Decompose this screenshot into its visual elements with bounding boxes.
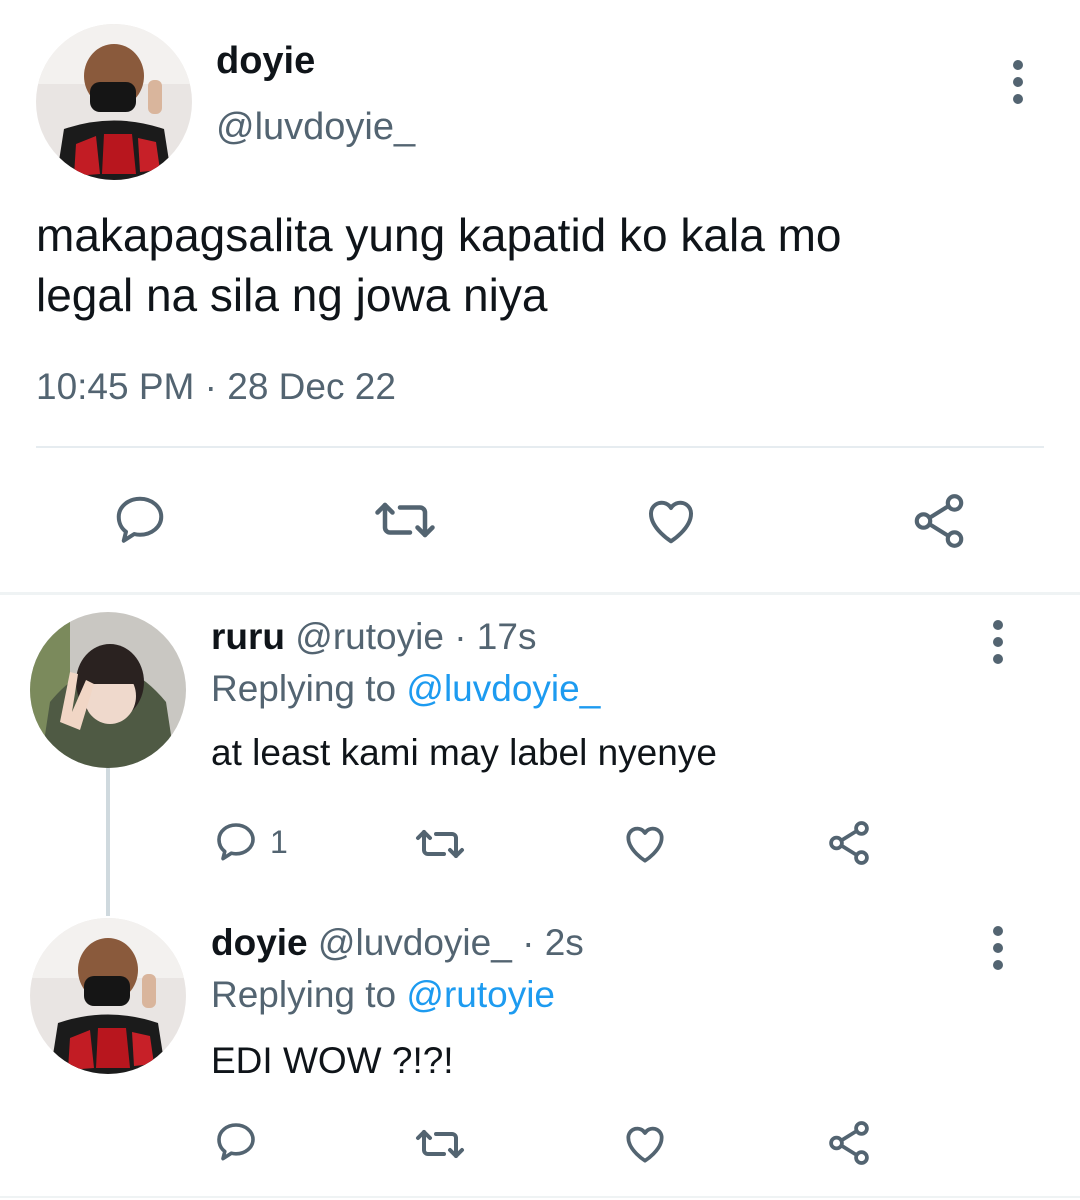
reply-icon: [217, 1123, 255, 1161]
retweet-button[interactable]: [370, 490, 440, 550]
handle[interactable]: @luvdoyie_: [318, 922, 512, 963]
retweet-icon: [416, 1130, 464, 1158]
handle[interactable]: @luvdoyie_: [216, 106, 415, 149]
avatar[interactable]: [30, 918, 186, 1074]
retweet-button[interactable]: [412, 1120, 468, 1168]
share-icon: [829, 1121, 869, 1165]
replying-to-handle-link[interactable]: @rutoyie: [406, 974, 555, 1015]
reply-header[interactable]: ruru @rutoyie · 17s: [211, 616, 536, 658]
reply-time: · 2s: [522, 922, 584, 963]
reply-header[interactable]: doyie @luvdoyie_ · 2s: [211, 922, 584, 964]
display-name[interactable]: ruru: [211, 616, 285, 657]
like-button[interactable]: [620, 1118, 670, 1168]
reply-icon: [217, 823, 255, 861]
avatar[interactable]: [30, 612, 186, 768]
reply-button[interactable]: [212, 1118, 260, 1166]
display-name[interactable]: doyie: [216, 40, 315, 83]
like-icon: [648, 500, 694, 544]
replying-to: Replying to @rutoyie: [211, 974, 555, 1016]
more-options-icon[interactable]: [1008, 60, 1028, 111]
reply-button[interactable]: 1: [212, 818, 288, 866]
more-options-icon[interactable]: [988, 926, 1008, 977]
retweet-button[interactable]: [412, 820, 468, 868]
retweet-icon: [375, 502, 435, 538]
like-icon: [626, 826, 664, 863]
share-button[interactable]: [908, 490, 970, 552]
share-button[interactable]: [824, 1118, 874, 1168]
thread-line: [106, 766, 110, 916]
like-icon: [626, 1126, 664, 1163]
reply-text: EDI WOW ?!?!: [211, 1040, 454, 1081]
reply-button[interactable]: [110, 490, 170, 550]
share-button[interactable]: [824, 818, 874, 868]
reply-icon: [116, 496, 164, 543]
replying-to-label: Replying to: [211, 974, 397, 1015]
retweet-icon: [416, 830, 464, 858]
section-divider: [0, 1196, 1080, 1198]
avatar[interactable]: [36, 24, 192, 180]
divider: [36, 446, 1044, 448]
share-icon: [829, 821, 869, 865]
reply-count: 1: [270, 823, 288, 860]
display-name[interactable]: doyie: [211, 922, 308, 963]
replying-to-handle-link[interactable]: @luvdoyie_: [406, 668, 600, 709]
more-options-icon[interactable]: [988, 620, 1008, 671]
tweet-timestamp[interactable]: 10:45 PM · 28 Dec 22: [36, 366, 396, 408]
replying-to-label: Replying to: [211, 668, 397, 709]
like-button[interactable]: [620, 818, 670, 868]
tweet-text-line-2: legal na sila ng jowa niya: [36, 269, 548, 321]
tweet-text-line-1: makapagsalita yung kapatid ko kala mo: [36, 209, 842, 261]
handle[interactable]: @rutoyie: [295, 616, 444, 657]
share-icon: [914, 494, 964, 548]
section-divider: [0, 592, 1080, 595]
like-button[interactable]: [640, 490, 702, 550]
reply-text: at least kami may label nyenye: [211, 732, 717, 773]
replying-to: Replying to @luvdoyie_: [211, 668, 600, 710]
reply-time: · 17s: [454, 616, 537, 657]
